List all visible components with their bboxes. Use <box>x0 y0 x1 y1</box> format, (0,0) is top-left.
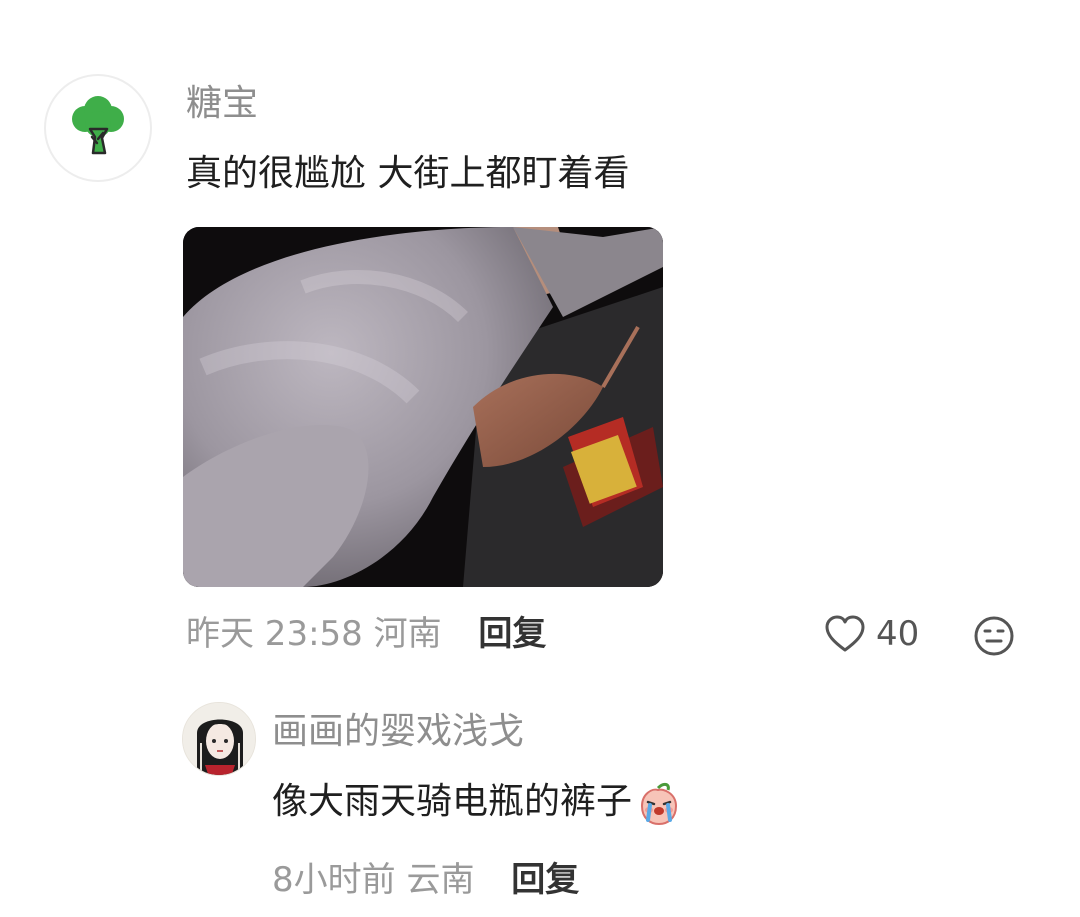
reply-to-reply-button[interactable]: 回复 <box>511 860 579 900</box>
reply-meta: 8小时前 云南 回复 <box>272 858 579 902</box>
reply-text-row: 像大雨天骑电瓶的裤子 <box>272 778 682 826</box>
comment-photo[interactable] <box>183 227 663 587</box>
reply-user-avatar[interactable] <box>182 702 256 776</box>
emoji-face-icon <box>974 616 1014 656</box>
reply-button[interactable]: 回复 <box>478 614 546 654</box>
reply-time: 8小时前 <box>272 860 396 900</box>
user-avatar[interactable] <box>44 74 152 182</box>
comment-thread: 糖宝 真的很尴尬 大街上都盯着看 昨天 23:58 河南 回复 40 画画的婴戏… <box>0 0 1080 917</box>
comment-text: 真的很尴尬 大街上都盯着看 <box>186 153 630 194</box>
broccoli-icon <box>72 96 124 155</box>
like-count: 40 <box>876 614 920 654</box>
reply-text: 像大雨天骑电瓶的裤子 <box>272 781 633 822</box>
reply-location: 云南 <box>406 860 475 900</box>
comment-meta: 昨天 23:58 河南 回复 <box>186 612 546 656</box>
comment-location: 河南 <box>373 614 442 654</box>
reply-username[interactable]: 画画的婴戏浅戈 <box>272 710 524 754</box>
emoji-react-button[interactable] <box>972 614 1016 658</box>
heart-outline-icon <box>825 615 865 652</box>
comment-time: 昨天 23:58 <box>186 614 363 654</box>
photo-content <box>183 227 663 587</box>
like-button[interactable]: 40 <box>824 612 919 656</box>
crying-peach-sticker-icon <box>641 782 678 826</box>
avatar-portrait <box>183 703 255 775</box>
comment-username[interactable]: 糖宝 <box>186 82 258 126</box>
